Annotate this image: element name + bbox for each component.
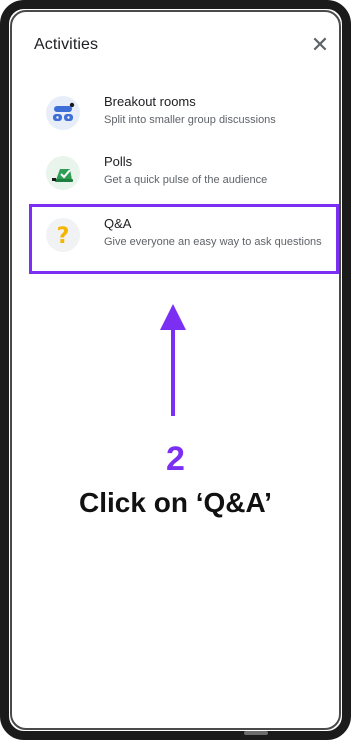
home-indicator [244, 731, 268, 735]
activity-description: Split into smaller group discussions [104, 114, 276, 126]
instruction-text: Click on ‘Q&A’ [79, 487, 272, 518]
activities-header: Activities ✕ [34, 34, 331, 56]
activity-item-polls[interactable]: Polls Get a quick pulse of the audience [36, 148, 331, 202]
activity-description: Get a quick pulse of the audience [104, 174, 268, 186]
close-icon[interactable]: ✕ [309, 34, 331, 56]
activity-title: Breakout rooms [104, 94, 196, 109]
panel-title: Activities [34, 36, 99, 53]
polls-icon [46, 156, 80, 190]
breakout-rooms-icon [46, 96, 80, 130]
activity-title: Polls [104, 154, 133, 169]
qa-highlight-box [29, 204, 339, 274]
activity-item-breakout-rooms[interactable]: Breakout rooms Split into smaller group … [36, 88, 331, 142]
up-arrow-icon [160, 304, 186, 416]
step-number: 2 [166, 440, 185, 478]
